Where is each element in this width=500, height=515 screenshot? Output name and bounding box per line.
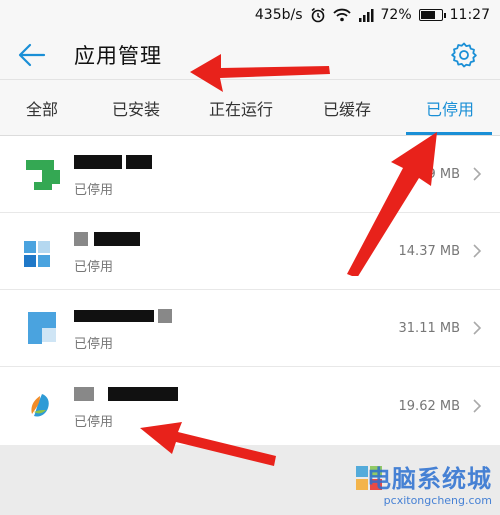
list-item[interactable]: 已停用 31.11 MB <box>0 290 500 367</box>
network-speed: 435b/s <box>254 7 303 23</box>
app-bar: 应用管理 <box>0 30 500 80</box>
app-status: 已停用 <box>74 414 114 430</box>
app-name <box>74 383 178 405</box>
app-name <box>74 228 140 250</box>
app-size: 19.62 MB <box>398 398 460 414</box>
list-item[interactable]: 已停用 14.37 MB <box>0 213 500 290</box>
alarm-icon <box>310 7 326 23</box>
tab-disabled[interactable]: 已停用 <box>400 80 500 135</box>
chevron-right-icon <box>473 244 482 258</box>
app-status: 已停用 <box>74 182 114 198</box>
watermark-url: pcxitongcheng.com <box>383 494 492 507</box>
tab-all[interactable]: 全部 <box>0 80 84 135</box>
app-status: 已停用 <box>74 259 114 275</box>
app-name <box>74 305 172 327</box>
app-icon <box>18 382 66 430</box>
clock: 11:27 <box>449 7 490 23</box>
back-button[interactable] <box>2 30 62 80</box>
list-item[interactable]: 已停用 9 MB <box>0 136 500 213</box>
app-size: 14.37 MB <box>398 243 460 259</box>
wifi-icon <box>332 8 351 22</box>
tab-cached[interactable]: 已缓存 <box>294 80 400 135</box>
watermark-text: 电脑系统城 <box>367 465 492 493</box>
tab-bar: 全部 已安装 正在运行 已缓存 已停用 <box>0 80 500 136</box>
app-size: 31.11 MB <box>398 320 460 336</box>
chevron-right-icon <box>473 399 482 413</box>
status-bar: 435b/s 72% 11:27 <box>0 0 500 30</box>
app-icon <box>18 227 66 275</box>
settings-button[interactable] <box>448 39 480 71</box>
app-status: 已停用 <box>74 336 114 352</box>
watermark: 电脑系统城 pcxitongcheng.com <box>354 457 494 509</box>
app-list: 已停用 9 MB 已停用 14.37 MB 已停用 31.11 MB 已停用 1… <box>0 136 500 445</box>
back-arrow-icon <box>18 43 46 66</box>
tab-installed[interactable]: 已安装 <box>84 80 188 135</box>
chevron-right-icon <box>473 167 482 181</box>
page-title: 应用管理 <box>74 43 162 68</box>
app-name <box>74 151 152 173</box>
list-item[interactable]: 已停用 19.62 MB <box>0 367 500 445</box>
app-size: 9 MB <box>427 166 460 182</box>
battery-percent: 72% <box>380 7 412 23</box>
signal-icon <box>358 8 374 22</box>
tab-running[interactable]: 正在运行 <box>188 80 294 135</box>
app-icon <box>18 150 66 198</box>
battery-icon <box>418 9 446 21</box>
chevron-right-icon <box>473 321 482 335</box>
gear-icon <box>451 42 477 68</box>
app-icon <box>18 304 66 352</box>
